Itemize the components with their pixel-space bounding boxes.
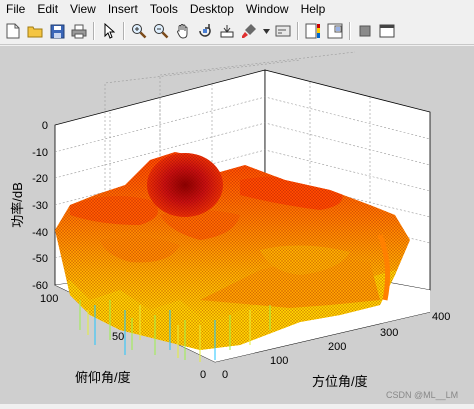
show-tools-icon[interactable] bbox=[378, 22, 396, 40]
toolbar-separator bbox=[349, 22, 351, 40]
open-folder-icon[interactable] bbox=[26, 22, 44, 40]
z-tick-label: -30 bbox=[32, 200, 48, 212]
zoom-in-icon[interactable] bbox=[130, 22, 148, 40]
y-tick-label: 100 bbox=[40, 293, 58, 305]
menu-window[interactable]: Window bbox=[240, 0, 295, 18]
menu-help[interactable]: Help bbox=[295, 0, 332, 18]
z-tick-label: -60 bbox=[32, 280, 48, 292]
zoom-out-icon[interactable] bbox=[152, 22, 170, 40]
toolbar-separator bbox=[123, 22, 125, 40]
figure-toolbar bbox=[0, 18, 474, 45]
x-tick-label: 200 bbox=[328, 341, 346, 353]
x-tick-label: 400 bbox=[432, 311, 450, 323]
new-file-icon[interactable] bbox=[4, 22, 22, 40]
colorbar-icon[interactable] bbox=[304, 22, 322, 40]
figure-canvas: 0 -10 -20 -30 -40 -50 -60 功率/dB 100 50 0… bbox=[0, 46, 474, 404]
x-tick-label: 100 bbox=[270, 355, 288, 367]
z-tick-label: 0 bbox=[42, 120, 48, 132]
menu-desktop[interactable]: Desktop bbox=[184, 0, 240, 18]
menu-tools[interactable]: Tools bbox=[144, 0, 184, 18]
x-tick-label: 0 bbox=[222, 369, 228, 381]
surface-plot[interactable]: 0 -10 -20 -30 -40 -50 -60 功率/dB 100 50 0… bbox=[0, 46, 474, 404]
y-tick-label: 50 bbox=[112, 331, 124, 343]
menu-view[interactable]: View bbox=[64, 0, 102, 18]
menu-insert[interactable]: Insert bbox=[102, 0, 144, 18]
select-arrow-icon[interactable] bbox=[100, 22, 118, 40]
menu-edit[interactable]: Edit bbox=[31, 0, 64, 18]
chevron-down-icon[interactable] bbox=[262, 22, 270, 40]
watermark: CSDN @ML__LM bbox=[386, 390, 458, 400]
toolbar-separator bbox=[93, 22, 95, 40]
menu-bar: File Edit View Insert Tools Desktop Wind… bbox=[0, 0, 474, 18]
pan-hand-icon[interactable] bbox=[174, 22, 192, 40]
y-tick-label: 0 bbox=[200, 369, 206, 381]
y-axis-label: 俯仰角/度 bbox=[75, 370, 131, 385]
x-tick-label: 300 bbox=[380, 327, 398, 339]
toolbar-separator bbox=[297, 22, 299, 40]
z-tick-label: -50 bbox=[32, 253, 48, 265]
print-icon[interactable] bbox=[70, 22, 88, 40]
legend-icon[interactable] bbox=[326, 22, 344, 40]
z-axis: 0 -10 -20 -30 -40 -50 -60 bbox=[32, 120, 48, 292]
z-tick-label: -20 bbox=[32, 173, 48, 185]
x-axis-label: 方位角/度 bbox=[312, 374, 368, 389]
menu-file[interactable]: File bbox=[0, 0, 31, 18]
brush-icon[interactable] bbox=[240, 22, 258, 40]
rotate-3d-icon[interactable] bbox=[196, 22, 214, 40]
save-icon[interactable] bbox=[48, 22, 66, 40]
z-tick-label: -10 bbox=[32, 147, 48, 159]
hide-tools-icon[interactable] bbox=[356, 22, 374, 40]
data-cursor-icon[interactable] bbox=[218, 22, 236, 40]
z-tick-label: -40 bbox=[32, 227, 48, 239]
link-icon[interactable] bbox=[274, 22, 292, 40]
z-axis-label: 功率/dB bbox=[10, 182, 25, 228]
